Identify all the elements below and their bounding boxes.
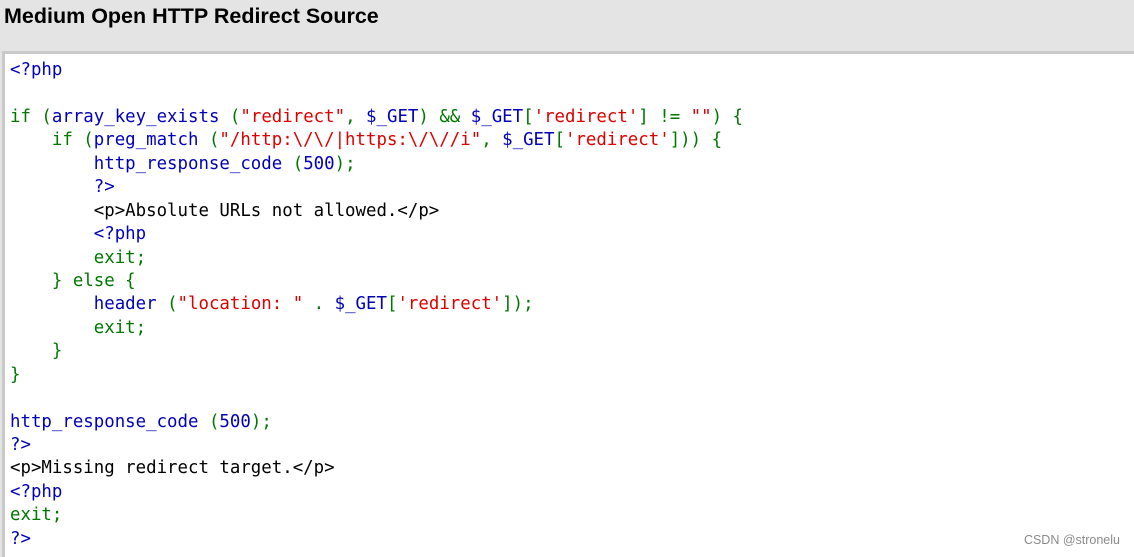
code-token: $_GET [366, 106, 419, 127]
code-token: exit; [10, 317, 147, 338]
code-token: ?> [10, 177, 115, 198]
code-token: ( [292, 153, 304, 174]
code-token: ?> [10, 435, 31, 455]
page: Medium Open HTTP Redirect Source <?php if… [0, 0, 1134, 557]
code-token: ( [167, 294, 178, 315]
code-token: 'redirect' [564, 130, 670, 151]
code-token: ) { [711, 106, 744, 127]
source-code-block: <?php if (array_key_exists ("redirect", $… [10, 59, 743, 551]
code-token: <?php [10, 60, 63, 80]
code-token: array_key_exists [51, 106, 230, 127]
code-token: preg_match [93, 130, 209, 151]
code-line: header ("location: " . $_GET['redirect']… [10, 293, 743, 316]
code-line: <p>Absolute URLs not allowed.</p> [10, 200, 743, 223]
code-line: } else { [10, 270, 743, 293]
code-token: <?php [10, 224, 147, 245]
code-token: http_response_code [10, 411, 209, 432]
code-line: http_response_code (500); [10, 411, 743, 434]
code-token: ); [250, 411, 272, 432]
code-token: } [10, 341, 63, 362]
code-line: if (array_key_exists ("redirect", $_GET)… [10, 106, 743, 129]
code-token: $_GET [470, 106, 524, 127]
code-token: exit; [10, 247, 147, 268]
code-line: } [10, 364, 743, 387]
code-token: ]); [502, 294, 534, 315]
code-token: ) && [418, 106, 471, 127]
code-token: <?php [10, 481, 63, 502]
code-line: <?php [10, 481, 743, 504]
code-line: <?php [10, 59, 743, 82]
code-token: , [345, 106, 367, 127]
code-token: $_GET [334, 294, 387, 315]
code-token: "redirect" [240, 106, 346, 127]
code-token: "/http:\/\/|https:\/\//i" [219, 130, 482, 151]
code-line: <?php [10, 223, 743, 246]
code-token: ( [229, 106, 241, 127]
code-token: exit; [10, 505, 63, 526]
code-token: <p>Missing redirect target.</p> [10, 458, 335, 479]
code-token: <p>Absolute URLs not allowed.</p> [10, 200, 440, 221]
code-token: "" [690, 106, 712, 127]
code-token: ])) { [669, 130, 723, 151]
code-token: 'redirect' [533, 106, 639, 127]
code-token: 500 [219, 411, 251, 432]
code-token: $_GET [502, 130, 555, 151]
code-token: [ [554, 130, 565, 151]
code-token: ?> [10, 528, 31, 549]
code-token: } [10, 364, 21, 385]
code-token: header [10, 294, 168, 315]
code-line: } [10, 340, 743, 363]
code-line: exit; [10, 504, 743, 527]
code-token: http_response_code [10, 153, 293, 174]
code-line: ?> [10, 528, 743, 551]
code-line: if (preg_match ("/http:\/\/|https:\/\//i… [10, 129, 743, 152]
code-line: exit; [10, 317, 743, 340]
code-line: ?> [10, 176, 743, 199]
code-line: ?> [10, 434, 743, 457]
page-title: Medium Open HTTP Redirect Source [4, 4, 379, 28]
code-token: if ( [10, 130, 94, 151]
code-token: , [481, 130, 503, 151]
code-token: 'redirect' [397, 294, 503, 315]
code-token: } else { [10, 270, 136, 291]
code-line: http_response_code (500); [10, 153, 743, 176]
code-token: 500 [303, 153, 335, 174]
code-line: exit; [10, 247, 743, 270]
code-token: ); [334, 153, 356, 174]
code-token: ] != [638, 106, 691, 127]
watermark: CSDN @stronelu [1023, 533, 1120, 547]
code-token: ( [208, 130, 220, 151]
code-token: . [303, 294, 335, 315]
code-token: ( [208, 411, 220, 432]
code-line: <p>Missing redirect target.</p> [10, 457, 743, 480]
code-token: [ [386, 294, 398, 315]
code-token: [ [523, 106, 534, 127]
code-token: "location: " [177, 294, 304, 315]
code-token: if ( [10, 106, 52, 127]
